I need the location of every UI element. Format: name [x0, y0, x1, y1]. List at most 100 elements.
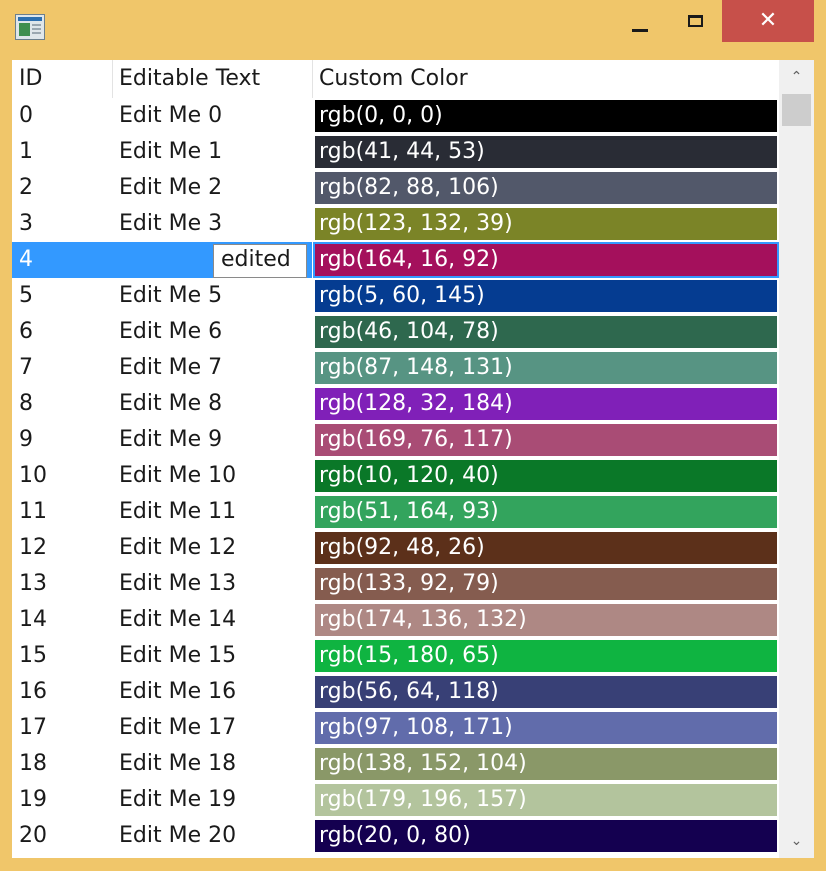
editable-text-cell[interactable]: Edit Me 5	[112, 278, 312, 314]
column-header-id[interactable]: ID	[12, 60, 112, 98]
editable-text-cell[interactable]: Edit Me 12	[112, 530, 312, 566]
id-cell[interactable]: 0	[12, 98, 112, 134]
id-cell[interactable]: 10	[12, 458, 112, 494]
id-cell[interactable]: 19	[12, 782, 112, 818]
editable-text-cell[interactable]: Edit Me 0	[112, 98, 312, 134]
column-header-editable-text[interactable]: Editable Text	[112, 60, 312, 98]
table-row[interactable]: 0 Edit Me 0 rgb(0, 0, 0)	[12, 98, 779, 134]
color-cell[interactable]: rgb(138, 152, 104)	[315, 748, 777, 780]
editable-text-cell[interactable]: Edit Me 20	[112, 818, 312, 854]
table-row[interactable]: 15 Edit Me 15 rgb(15, 180, 65)	[12, 638, 779, 674]
title-bar[interactable]: ✕	[0, 0, 826, 52]
color-cell[interactable]: rgb(56, 64, 118)	[315, 676, 777, 708]
editable-text-cell[interactable]: Edit Me 8	[112, 386, 312, 422]
id-cell[interactable]: 3	[12, 206, 112, 242]
id-cell[interactable]: 20	[12, 818, 112, 854]
maximize-button[interactable]	[668, 0, 722, 42]
table-row[interactable]: 18 Edit Me 18 rgb(138, 152, 104)	[12, 746, 779, 782]
color-cell[interactable]: rgb(97, 108, 171)	[315, 712, 777, 744]
editable-text-cell[interactable]: Edit Me 11	[112, 494, 312, 530]
table-row[interactable]: 1 Edit Me 1 rgb(41, 44, 53)	[12, 134, 779, 170]
column-header-custom-color[interactable]: Custom Color	[312, 60, 779, 98]
scroll-up-button[interactable]: ⌃	[779, 60, 814, 94]
id-cell[interactable]: 18	[12, 746, 112, 782]
color-cell[interactable]: rgb(82, 88, 106)	[315, 172, 777, 204]
table-row[interactable]: 14 Edit Me 14 rgb(174, 136, 132)	[12, 602, 779, 638]
id-cell[interactable]: 2	[12, 170, 112, 206]
id-cell[interactable]: 6	[12, 314, 112, 350]
scrollbar-thumb[interactable]	[782, 94, 811, 126]
id-cell[interactable]: 4	[12, 242, 112, 278]
data-grid: ID Editable Text Custom Color 0 Edit Me 0…	[12, 60, 814, 858]
editable-text-cell[interactable]: Edit Me 7	[112, 350, 312, 386]
color-cell[interactable]: rgb(179, 196, 157)	[315, 784, 777, 816]
color-cell[interactable]: rgb(87, 148, 131)	[315, 352, 777, 384]
editable-text-cell[interactable]: edited	[112, 242, 312, 278]
color-cell[interactable]: rgb(5, 60, 145)	[315, 280, 777, 312]
table-row[interactable]: 19 Edit Me 19 rgb(179, 196, 157)	[12, 782, 779, 818]
id-cell[interactable]: 11	[12, 494, 112, 530]
editable-text-cell[interactable]: Edit Me 19	[112, 782, 312, 818]
color-cell[interactable]: rgb(128, 32, 184)	[315, 388, 777, 420]
table-row[interactable]: 16 Edit Me 16 rgb(56, 64, 118)	[12, 674, 779, 710]
id-cell[interactable]: 8	[12, 386, 112, 422]
id-cell[interactable]: 1	[12, 134, 112, 170]
edit-text-input[interactable]: edited	[213, 244, 307, 278]
id-cell[interactable]: 5	[12, 278, 112, 314]
table-row[interactable]: 2 Edit Me 2 rgb(82, 88, 106)	[12, 170, 779, 206]
column-header-row: ID Editable Text Custom Color	[12, 60, 779, 98]
editable-text-cell[interactable]: Edit Me 15	[112, 638, 312, 674]
table-row[interactable]: 17 Edit Me 17 rgb(97, 108, 171)	[12, 710, 779, 746]
id-cell[interactable]: 12	[12, 530, 112, 566]
app-icon[interactable]	[15, 14, 45, 40]
editable-text-cell[interactable]: Edit Me 6	[112, 314, 312, 350]
table-row[interactable]: 4 edited rgb(164, 16, 92)	[12, 242, 779, 278]
close-button[interactable]: ✕	[722, 0, 814, 42]
table-row[interactable]: 8 Edit Me 8 rgb(128, 32, 184)	[12, 386, 779, 422]
editable-text-cell[interactable]: Edit Me 9	[112, 422, 312, 458]
editable-text-cell[interactable]: Edit Me 17	[112, 710, 312, 746]
editable-text-cell[interactable]: Edit Me 10	[112, 458, 312, 494]
table-row[interactable]: 9 Edit Me 9 rgb(169, 76, 117)	[12, 422, 779, 458]
color-cell[interactable]: rgb(133, 92, 79)	[315, 568, 777, 600]
id-cell[interactable]: 15	[12, 638, 112, 674]
table-row[interactable]: 6 Edit Me 6 rgb(46, 104, 78)	[12, 314, 779, 350]
id-cell[interactable]: 13	[12, 566, 112, 602]
table-row[interactable]: 7 Edit Me 7 rgb(87, 148, 131)	[12, 350, 779, 386]
table-row[interactable]: 11 Edit Me 11 rgb(51, 164, 93)	[12, 494, 779, 530]
color-cell[interactable]: rgb(41, 44, 53)	[315, 136, 777, 168]
color-cell[interactable]: rgb(174, 136, 132)	[315, 604, 777, 636]
color-cell[interactable]: rgb(51, 164, 93)	[315, 496, 777, 528]
table-row[interactable]: 12 Edit Me 12 rgb(92, 48, 26)	[12, 530, 779, 566]
editable-text-cell[interactable]: Edit Me 1	[112, 134, 312, 170]
scroll-down-button[interactable]: ⌄	[779, 824, 814, 858]
table-row[interactable]: 20 Edit Me 20 rgb(20, 0, 80)	[12, 818, 779, 854]
color-cell[interactable]: rgb(169, 76, 117)	[315, 424, 777, 456]
id-cell[interactable]: 9	[12, 422, 112, 458]
color-cell[interactable]: rgb(46, 104, 78)	[315, 316, 777, 348]
color-cell[interactable]: rgb(15, 180, 65)	[315, 640, 777, 672]
color-cell[interactable]: rgb(10, 120, 40)	[315, 460, 777, 492]
editable-text-cell[interactable]: Edit Me 18	[112, 746, 312, 782]
color-cell[interactable]: rgb(123, 132, 39)	[315, 208, 777, 240]
minimize-button[interactable]	[612, 0, 668, 42]
id-cell[interactable]: 7	[12, 350, 112, 386]
table-row[interactable]: 5 Edit Me 5 rgb(5, 60, 145)	[12, 278, 779, 314]
vertical-scrollbar[interactable]: ⌃ ⌄	[779, 60, 814, 858]
color-cell[interactable]: rgb(164, 16, 92)	[313, 242, 779, 278]
table-row[interactable]: 10 Edit Me 10 rgb(10, 120, 40)	[12, 458, 779, 494]
editable-text-cell[interactable]: Edit Me 13	[112, 566, 312, 602]
chevron-up-icon: ⌃	[790, 69, 803, 85]
table-row[interactable]: 13 Edit Me 13 rgb(133, 92, 79)	[12, 566, 779, 602]
id-cell[interactable]: 14	[12, 602, 112, 638]
color-cell[interactable]: rgb(0, 0, 0)	[315, 100, 777, 132]
editable-text-cell[interactable]: Edit Me 14	[112, 602, 312, 638]
color-cell[interactable]: rgb(92, 48, 26)	[315, 532, 777, 564]
editable-text-cell[interactable]: Edit Me 2	[112, 170, 312, 206]
id-cell[interactable]: 17	[12, 710, 112, 746]
editable-text-cell[interactable]: Edit Me 3	[112, 206, 312, 242]
color-cell[interactable]: rgb(20, 0, 80)	[315, 820, 777, 852]
editable-text-cell[interactable]: Edit Me 16	[112, 674, 312, 710]
id-cell[interactable]: 16	[12, 674, 112, 710]
table-row[interactable]: 3 Edit Me 3 rgb(123, 132, 39)	[12, 206, 779, 242]
